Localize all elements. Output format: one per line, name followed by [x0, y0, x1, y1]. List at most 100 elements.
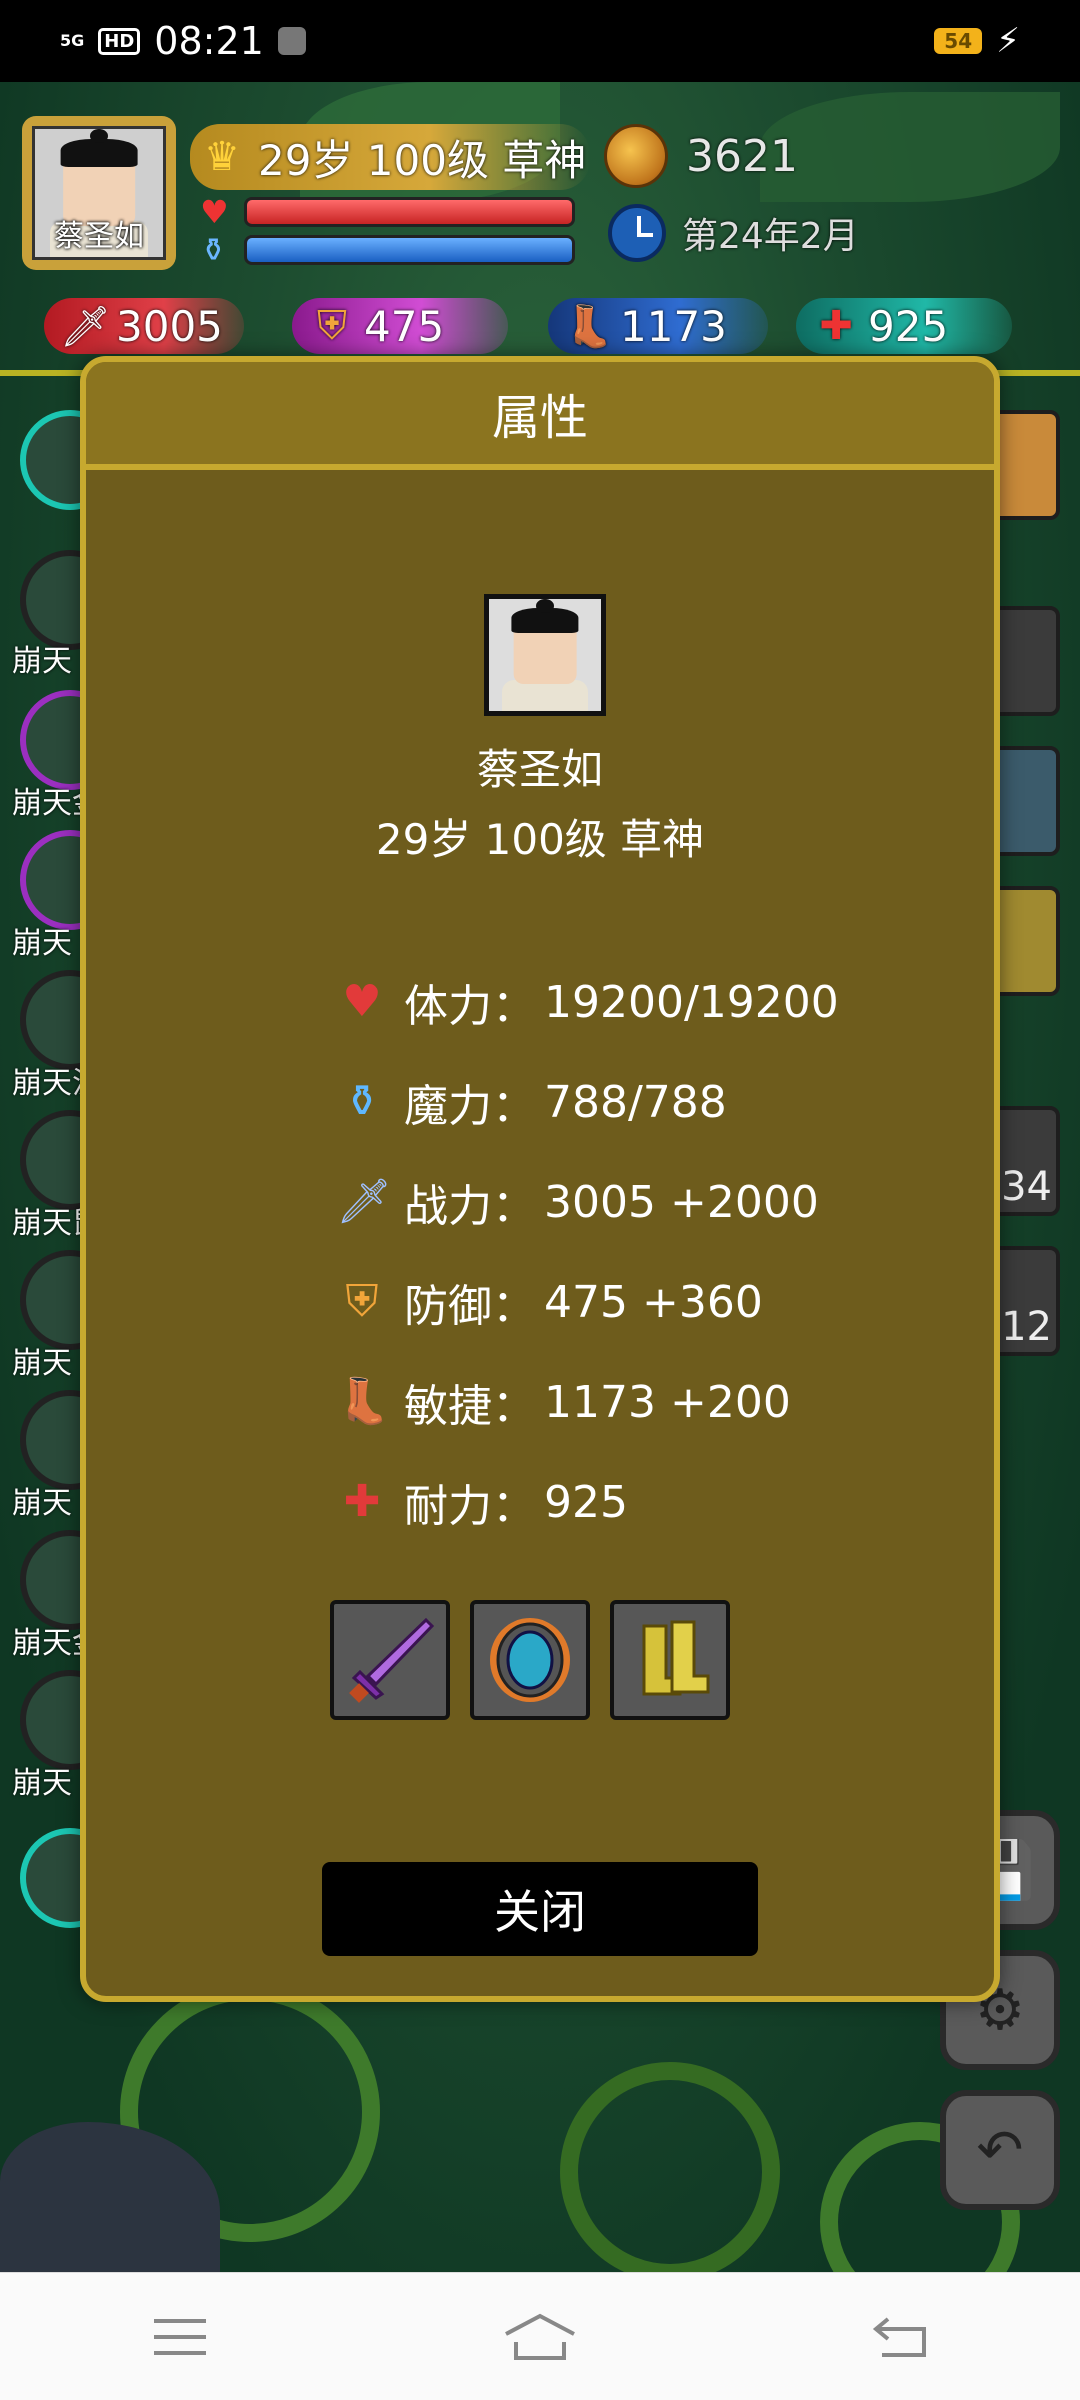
- equipment-boots-slot[interactable]: [610, 1600, 730, 1720]
- boot-icon: 👢: [336, 1376, 391, 1427]
- attribute-row: 🗡 战力： 3005 +2000: [336, 1152, 956, 1252]
- item-slot[interactable]: [990, 746, 1060, 856]
- item-slot[interactable]: [990, 886, 1060, 996]
- status-time: 08:21: [154, 19, 264, 63]
- attribute-value: 1173 +200: [544, 1376, 791, 1428]
- stat-endurance: ✚ 925: [796, 298, 1012, 354]
- attribute-value: 3005 +2000: [544, 1176, 819, 1228]
- hd-badge: HD: [98, 27, 141, 55]
- equipment-row: [330, 1600, 730, 1720]
- attribute-row: ✚ 耐力： 925: [336, 1452, 956, 1552]
- attribute-label: 耐力：: [404, 1481, 536, 1532]
- skill-label: 崩天: [12, 1766, 72, 1801]
- hp-potion-slot[interactable]: 34: [990, 1106, 1060, 1216]
- menu-button[interactable]: [120, 2297, 240, 2377]
- boot-icon: 👢: [564, 303, 614, 350]
- stat-defense: ⛨ 475: [292, 298, 508, 354]
- attribute-value: 19200/19200: [544, 976, 839, 1028]
- avatar: 蔡圣如: [32, 126, 166, 260]
- shield-icon: ⛨: [317, 303, 347, 349]
- attribute-label: 防御：: [404, 1281, 536, 1332]
- purple-sword-icon: [349, 1617, 435, 1703]
- system-nav-bar: [0, 2272, 1080, 2400]
- shield-icon: ⛨: [345, 1276, 379, 1327]
- home-button[interactable]: [480, 2297, 600, 2377]
- equipment-armor-slot[interactable]: [470, 1600, 590, 1720]
- heart-plus-icon: ✚: [819, 303, 853, 349]
- skill-label: 崩天: [12, 644, 72, 679]
- back-icon: [872, 2316, 926, 2357]
- battery-icon: 54: [934, 28, 983, 54]
- attribute-label: 魔力：: [404, 1081, 536, 1132]
- menu-icon: [154, 2318, 206, 2355]
- date-value: 第24年2月: [682, 216, 859, 257]
- mp-bar-fill: [247, 238, 572, 262]
- notification-icon: [277, 27, 306, 55]
- character-portrait: [484, 594, 606, 716]
- stat-attack: 🗡 3005: [44, 298, 244, 354]
- back-button[interactable]: ↶: [940, 2090, 1060, 2210]
- attribute-row: 👢 敏捷： 1173 +200: [336, 1352, 956, 1452]
- potion-icon: ⚱: [343, 1076, 381, 1127]
- sword-icon: 🗡: [336, 1176, 392, 1227]
- avatar-name: 蔡圣如: [54, 219, 144, 254]
- stat-defense-value: 475: [364, 301, 445, 351]
- attribute-row: ⚱ 魔力： 788/788: [336, 1052, 956, 1152]
- vine-decoration: [560, 2062, 780, 2282]
- game-date: 第24年2月: [608, 204, 859, 262]
- stat-attack-value: 3005: [116, 301, 223, 351]
- coin-icon: [604, 124, 668, 188]
- skill-label: 崩天: [12, 1486, 72, 1521]
- attribute-list: ♥ 体力： 19200/19200 ⚱ 魔力： 788/788 🗡 战力： 30…: [336, 952, 956, 1552]
- sword-icon: 🗡: [60, 303, 111, 350]
- heart-plus-icon: ✚: [343, 1476, 381, 1527]
- leaf-decoration: [760, 92, 1060, 202]
- stat-agility: 👢 1173: [548, 298, 768, 354]
- dialog-title: 属性: [86, 362, 994, 470]
- network-indicator: 5G: [60, 31, 85, 50]
- charging-icon: ⚡: [996, 21, 1020, 61]
- heart-icon: ♥: [200, 193, 229, 231]
- attribute-label: 战力：: [404, 1181, 536, 1232]
- item-slot[interactable]: [990, 606, 1060, 716]
- skill-label: 崩天: [12, 926, 72, 961]
- attribute-value: 788/788: [544, 1076, 727, 1128]
- clock-icon: [608, 204, 666, 262]
- mp-potion-slot[interactable]: 12: [990, 1246, 1060, 1356]
- stat-endurance-value: 925: [868, 301, 949, 351]
- hp-bar-fill: [247, 200, 572, 224]
- attribute-row: ⛨ 防御： 475 +360: [336, 1252, 956, 1352]
- player-title-banner: ♛ 29岁 100级 草神: [190, 124, 590, 190]
- attribute-label: 敏捷：: [404, 1381, 536, 1432]
- attribute-value: 475 +360: [544, 1276, 763, 1328]
- potion-icon: ⚱: [200, 231, 227, 269]
- status-right: 54 ⚡: [934, 21, 1020, 61]
- scroll-slot[interactable]: [990, 410, 1060, 520]
- character-name: 蔡圣如: [476, 745, 603, 794]
- equipment-weapon-slot[interactable]: [330, 1600, 450, 1720]
- stat-agility-value: 1173: [620, 301, 727, 351]
- attribute-row: ♥ 体力： 19200/19200: [336, 952, 956, 1052]
- heart-icon: ♥: [342, 976, 382, 1027]
- nav-back-button[interactable]: [840, 2297, 960, 2377]
- mp-potion-count: 12: [1001, 1304, 1052, 1350]
- attribute-label: 体力：: [404, 981, 536, 1032]
- coin-value: 3621: [686, 130, 798, 182]
- home-icon: [505, 2313, 575, 2360]
- player-title: 29岁 100级 草神: [258, 135, 587, 185]
- hp-bar: ♥: [200, 194, 575, 230]
- hp-potion-count: 34: [1001, 1164, 1052, 1210]
- crown-icon: ♛: [204, 134, 240, 180]
- close-button[interactable]: 关闭: [322, 1862, 758, 1956]
- player-avatar[interactable]: 蔡圣如: [22, 116, 176, 270]
- yellow-boots-icon: [642, 1620, 710, 1696]
- blue-shield-icon: [490, 1618, 570, 1702]
- coin-counter: 3621: [604, 124, 798, 188]
- attributes-dialog: 属性 蔡圣如 29岁 100级 草神 ♥ 体力： 19200/19200 ⚱ 魔…: [80, 356, 1000, 2002]
- attribute-value: 925: [544, 1476, 628, 1528]
- status-bar: 5G HD 08:21 54 ⚡: [0, 0, 1080, 82]
- return-icon: ↶: [976, 2117, 1024, 2183]
- character-subtitle: 29岁 100级 草神: [375, 815, 705, 864]
- skill-label: 崩天: [12, 1346, 72, 1381]
- mp-bar: ⚱: [200, 232, 575, 268]
